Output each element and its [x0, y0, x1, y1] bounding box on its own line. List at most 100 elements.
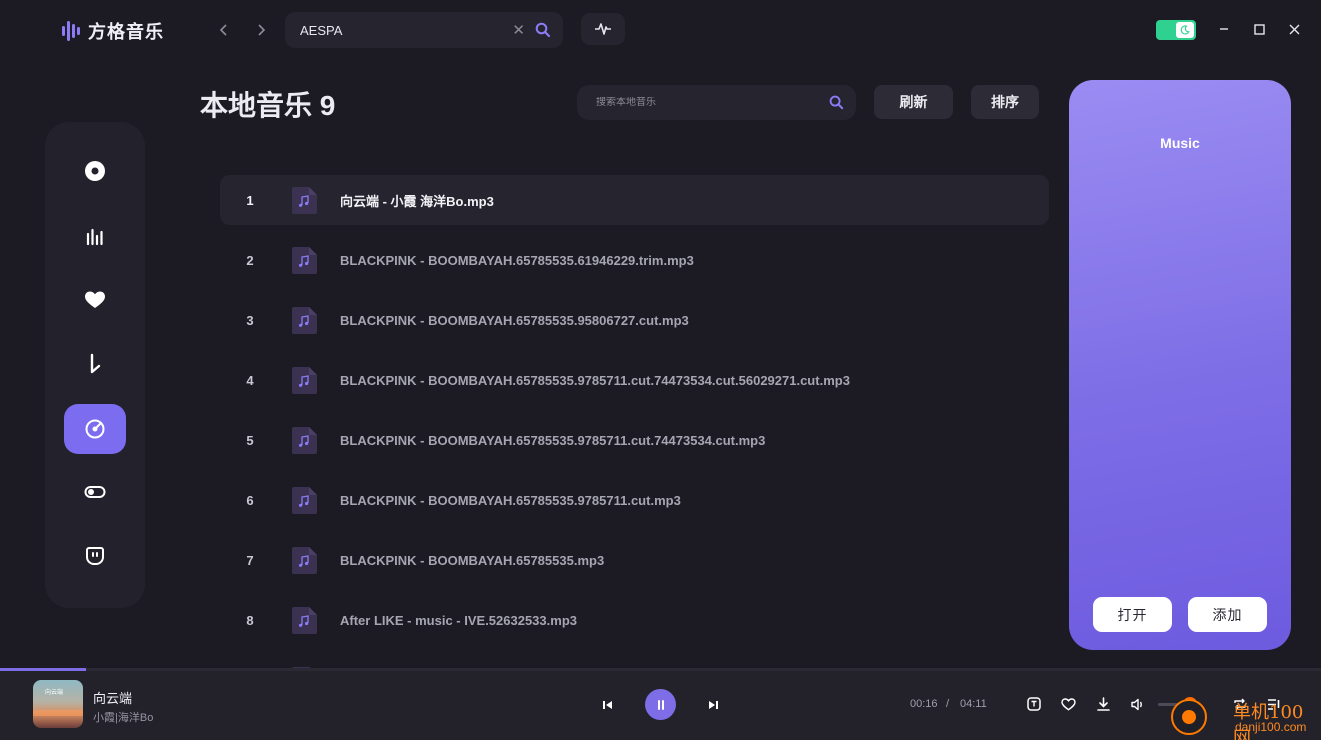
music-file-icon: [291, 186, 318, 215]
app-logo: 方格音乐: [62, 18, 164, 44]
panel-title: Music: [1160, 135, 1200, 151]
music-file-icon: [291, 426, 318, 455]
sidebar-item-charts[interactable]: [64, 211, 126, 261]
page-title: 本地音乐 9: [200, 84, 335, 124]
pause-icon: [657, 699, 664, 710]
volume-button[interactable]: [1130, 696, 1146, 712]
song-title: After LIKE - music - IVE.52632533.mp3: [340, 612, 577, 628]
watermark-logo-icon: [1171, 699, 1207, 735]
search-icon[interactable]: [829, 95, 844, 110]
song-number: 5: [246, 432, 254, 448]
song-row[interactable]: 7 BLACKPINK - BOOMBAYAH.65785535.mp3: [220, 535, 1049, 585]
progress-fill: [0, 668, 86, 671]
waveform-icon: [595, 23, 611, 35]
maximize-icon: [1253, 23, 1265, 35]
like-button[interactable]: [1060, 696, 1076, 712]
song-row[interactable]: 5 BLACKPINK - BOOMBAYAH.65785535.9785711.…: [220, 415, 1049, 465]
lyrics-button[interactable]: [1026, 696, 1042, 712]
sidebar-item-settings[interactable]: [64, 467, 126, 517]
song-title: BLACKPINK - BOOMBAYAH.65785535.61946229.…: [340, 252, 694, 268]
sort-button[interactable]: 排序: [971, 85, 1039, 119]
search-icon[interactable]: [535, 22, 551, 38]
global-search-box: ✕: [285, 12, 563, 48]
song-row[interactable]: 2 BLACKPINK - BOOMBAYAH.65785535.61946229…: [220, 235, 1049, 285]
song-row[interactable]: 3 BLACKPINK - BOOMBAYAH.65785535.95806727…: [220, 295, 1049, 345]
sidebar: [45, 122, 145, 608]
local-search-input[interactable]: [596, 97, 829, 108]
sidebar-item-local-music[interactable]: [64, 404, 126, 454]
watermark: 单机100网 danji100.com: [1171, 695, 1321, 740]
close-icon: [1289, 24, 1299, 34]
vinyl-icon: [85, 419, 105, 439]
time-separator: /: [946, 698, 950, 710]
current-time: 00:16: [910, 698, 938, 710]
sidebar-item-download[interactable]: [64, 339, 126, 389]
track-title: 向云端: [93, 691, 133, 706]
bar-chart-icon: [86, 228, 103, 246]
song-count: 9: [319, 90, 336, 121]
music-file-icon: [291, 546, 318, 575]
toggle-icon: [84, 486, 106, 498]
player-bar: 向云端 向云端 小霞|海洋Bo 00:16 / 04:11: [0, 668, 1321, 740]
app-name: 方格音乐: [88, 22, 164, 42]
song-number: 8: [246, 612, 254, 628]
music-file-icon: [291, 306, 318, 335]
download-button[interactable]: [1095, 696, 1111, 712]
chevron-right-icon: [258, 24, 266, 36]
song-number: 2: [246, 252, 254, 268]
song-number: 3: [246, 312, 254, 328]
progress-bar[interactable]: [0, 668, 1321, 671]
song-list: 1 向云端 - 小霞 海洋Bo.mp3 2 BLACKPINK - BOOMBAYAH…: [220, 175, 1049, 668]
song-title: BLACKPINK - BOOMBAYAH.65785535.9785711.c…: [340, 492, 681, 508]
watermark-en: danji100.com: [1235, 720, 1307, 734]
song-title: BLACKPINK - BOOMBAYAH.65785535.9785711.c…: [340, 432, 766, 448]
dark-mode-toggle[interactable]: [1156, 20, 1196, 40]
song-row[interactable]: [220, 655, 1049, 668]
song-title: BLACKPINK - BOOMBAYAH.65785535.9785711.c…: [340, 372, 850, 388]
song-title: BLACKPINK - BOOMBAYAH.65785535.mp3: [340, 552, 605, 568]
logo-icon: [62, 20, 82, 42]
song-row[interactable]: 1 向云端 - 小霞 海洋Bo.mp3: [220, 175, 1049, 225]
album-cover[interactable]: 向云端: [33, 680, 83, 728]
moon-icon: [1176, 22, 1194, 38]
sidebar-item-about[interactable]: [64, 531, 126, 581]
track-artist: 小霞|海洋Bo: [93, 712, 154, 724]
previous-button[interactable]: [600, 697, 616, 713]
song-row[interactable]: 6 BLACKPINK - BOOMBAYAH.65785535.9785711.…: [220, 475, 1049, 525]
music-file-icon: [291, 486, 318, 515]
page-title-text: 本地音乐: [200, 90, 313, 121]
minimize-button[interactable]: [1216, 21, 1232, 37]
heart-icon: [85, 291, 105, 308]
song-row[interactable]: 4 BLACKPINK - BOOMBAYAH.65785535.9785711.…: [220, 355, 1049, 405]
song-row[interactable]: 8 After LIKE - music - IVE.52632533.mp3: [220, 595, 1049, 645]
open-button[interactable]: 打开: [1093, 597, 1172, 632]
chat-bubble-icon: [86, 547, 104, 565]
song-title: 向云端 - 小霞 海洋Bo.mp3: [340, 193, 494, 209]
skip-previous-icon: [603, 701, 612, 709]
back-button[interactable]: [214, 20, 234, 40]
sidebar-item-favorites[interactable]: [64, 275, 126, 325]
song-number: 4: [246, 372, 254, 388]
pause-button[interactable]: [645, 689, 676, 720]
song-title: BLACKPINK - BOOMBAYAH.65785535.95806727.…: [340, 312, 689, 328]
forward-button[interactable]: [251, 20, 271, 40]
song-number: 7: [246, 552, 254, 568]
global-search-input[interactable]: [300, 22, 513, 38]
song-number: 6: [246, 492, 254, 508]
minimize-icon: [1220, 28, 1228, 30]
close-button[interactable]: [1286, 21, 1302, 37]
add-button[interactable]: 添加: [1188, 597, 1267, 632]
heart-outline-icon: [1060, 697, 1076, 711]
maximize-button[interactable]: [1251, 21, 1267, 37]
next-button[interactable]: [705, 697, 721, 713]
sidebar-item-discover[interactable]: [64, 146, 126, 196]
lyrics-icon: [1027, 697, 1041, 711]
song-number: 1: [246, 192, 254, 208]
volume-icon: [1131, 698, 1142, 710]
audio-wave-button[interactable]: [581, 13, 625, 45]
refresh-button[interactable]: 刷新: [874, 85, 953, 119]
clear-search-icon[interactable]: ✕: [512, 21, 525, 39]
music-file-icon: [291, 246, 318, 275]
download-arrow-icon: [90, 353, 101, 374]
skip-next-icon: [709, 701, 718, 709]
